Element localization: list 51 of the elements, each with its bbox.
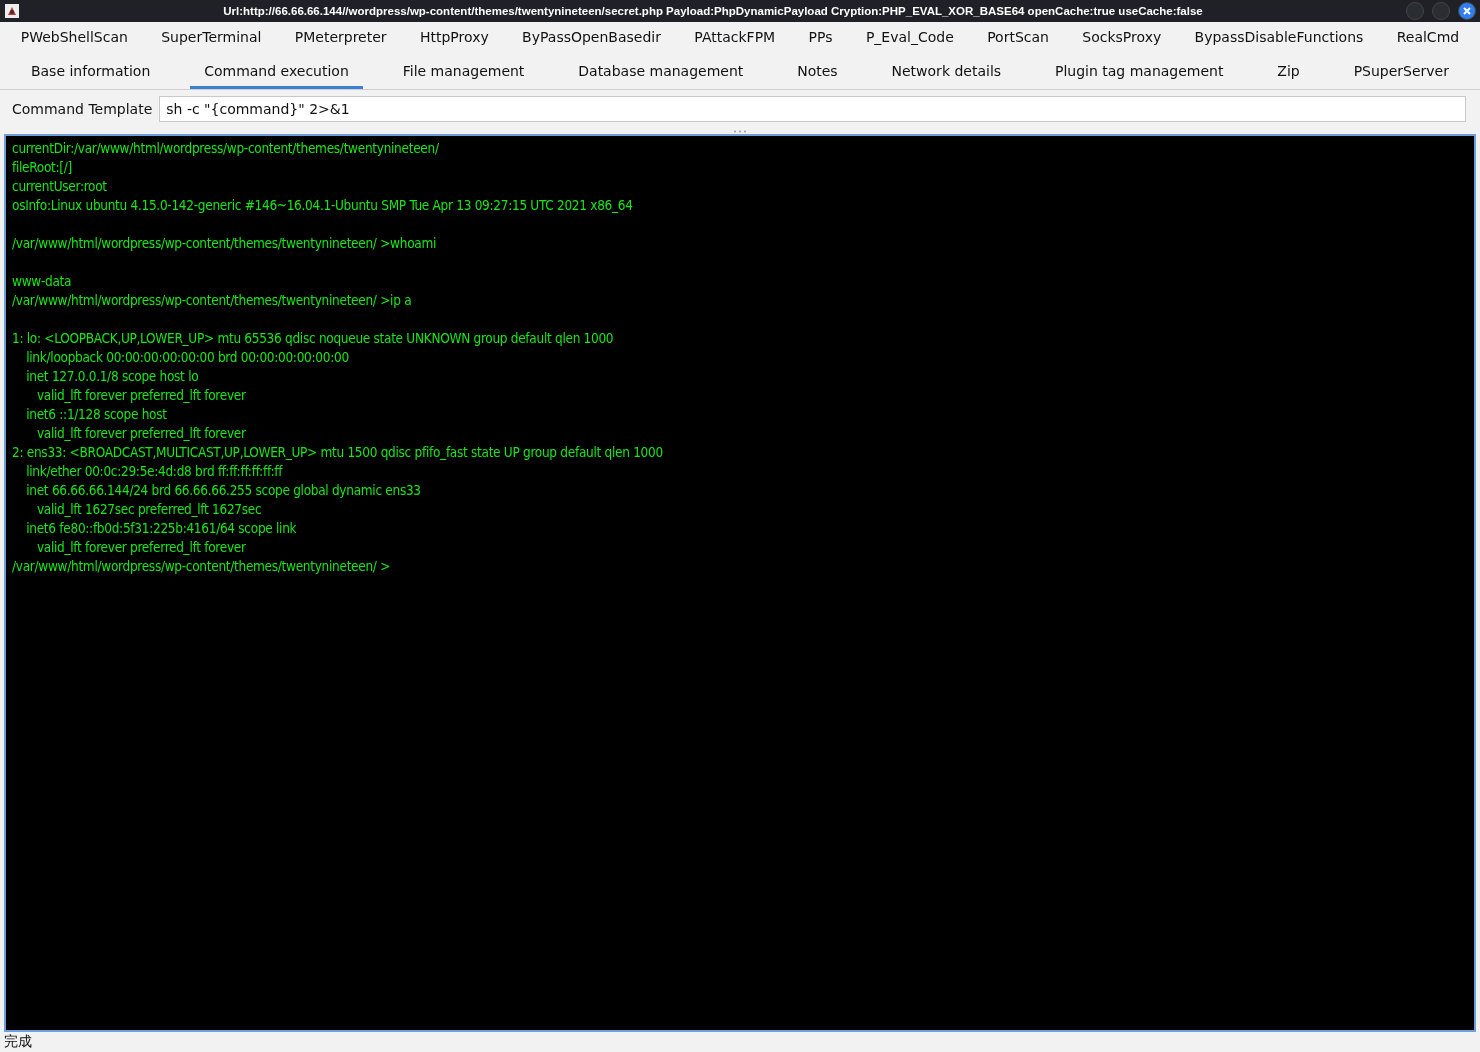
- plugin-tab[interactable]: ByPassOpenBasedir: [508, 22, 675, 55]
- main-tab[interactable]: Zip: [1263, 55, 1314, 89]
- terminal-line: valid_lft forever preferred_lft forever: [35, 424, 247, 443]
- terminal-line: valid_lft 1627sec preferred_lft 1627sec: [35, 500, 263, 519]
- window-title: Url:http://66.66.66.144//wordpress/wp-content/themes/twentynineteen/secret.php Payload:PhpDynamicPayload Cryption:PHP_EVAL_XOR_BASE64 openCache:true useCache:false: [222, 5, 1204, 17]
- close-button[interactable]: [1458, 2, 1476, 20]
- terminal-line: valid_lft forever preferred_lft forever: [35, 386, 247, 405]
- terminal-line: inet 127.0.0.1/8 scope host lo: [25, 367, 200, 386]
- terminal-line: 1: lo: <LOOPBACK,UP,LOWER_UP> mtu 65536 qdisc noqueue state UNKNOWN group default qlen 1000: [12, 329, 615, 348]
- plugin-tab[interactable]: HttpProxy: [405, 22, 503, 55]
- terminal-line: /var/www/html/wordpress/wp-content/themes/twentynineteen/ >whoami: [12, 234, 437, 253]
- app-icon: [4, 3, 20, 19]
- terminal-line: link/ether 00:0c:29:5e:4d:d8 brd ff:ff:ff:ff:ff:ff: [25, 462, 284, 481]
- terminal-line: fileRoot:[/]: [12, 158, 73, 177]
- plugin-tab[interactable]: SocksProxy: [1068, 22, 1176, 55]
- terminal-line: currentUser:root: [12, 177, 108, 196]
- close-icon: [1462, 6, 1472, 16]
- plugin-tab[interactable]: PPs: [794, 22, 847, 55]
- terminal-line: 2: ens33: <BROADCAST,MULTICAST,UP,LOWER_UP> mtu 1500 qdisc pfifo_fast state UP group default qlen 1000: [12, 443, 664, 462]
- terminal-line: /var/www/html/wordpress/wp-content/themes/twentynineteen/ >: [12, 557, 392, 576]
- plugin-tab[interactable]: PortScan: [973, 22, 1063, 55]
- main-tab[interactable]: PSuperServer: [1339, 55, 1463, 89]
- main-tab[interactable]: Database management: [564, 55, 758, 89]
- minimize-button[interactable]: [1406, 2, 1424, 20]
- plugin-tab[interactable]: PWebShellScan: [6, 22, 142, 55]
- command-template-field[interactable]: sh -c "{command}" 2>&1: [159, 96, 1466, 122]
- main-tab[interactable]: Plugin tag management: [1040, 55, 1238, 89]
- plugin-tab[interactable]: RealCmd: [1382, 22, 1474, 55]
- terminal-line: www-data: [12, 272, 73, 291]
- terminal-line: link/loopback 00:00:00:00:00:00 brd 00:00:00:00:00:00: [25, 348, 350, 367]
- terminal-line: inet6 ::1/128 scope host: [25, 405, 168, 424]
- plugin-tab[interactable]: PMeterpreter: [280, 22, 401, 55]
- command-template-label: Command Template: [12, 101, 153, 117]
- plugin-tab[interactable]: BypassDisableFunctions: [1180, 22, 1378, 55]
- main-tab[interactable]: Network details: [877, 55, 1016, 89]
- terminal-line: valid_lft forever preferred_lft forever: [35, 538, 247, 557]
- terminal-output[interactable]: [4, 134, 1476, 1032]
- splitter-handle-icon[interactable]: [733, 129, 747, 133]
- status-text: 完成: [3, 1032, 33, 1051]
- main-tab[interactable]: Base information: [16, 55, 165, 89]
- plugin-tab[interactable]: P_Eval_Code: [851, 22, 968, 55]
- plugin-tab[interactable]: PAttackFPM: [680, 22, 790, 55]
- terminal-line: inet 66.66.66.144/24 brd 66.66.66.255 scope global dynamic ens33: [25, 481, 422, 500]
- terminal-line: inet6 fe80::fb0d:5f31:225b:4161/64 scope link: [25, 519, 298, 538]
- main-tab[interactable]: File management: [388, 55, 539, 89]
- main-tab[interactable]: Notes: [783, 55, 852, 89]
- maximize-button[interactable]: [1432, 2, 1450, 20]
- plugin-tab[interactable]: SuperTerminal: [147, 22, 276, 55]
- terminal-line: osInfo:Linux ubuntu 4.15.0-142-generic #146~16.04.1-Ubuntu SMP Tue Apr 13 09:27:15 UTC 2021 x86_64: [12, 196, 634, 215]
- terminal-line: currentDir:/var/www/html/wordpress/wp-content/themes/twentynineteen/: [12, 139, 440, 158]
- terminal-line: /var/www/html/wordpress/wp-content/themes/twentynineteen/ >ip a: [12, 291, 413, 310]
